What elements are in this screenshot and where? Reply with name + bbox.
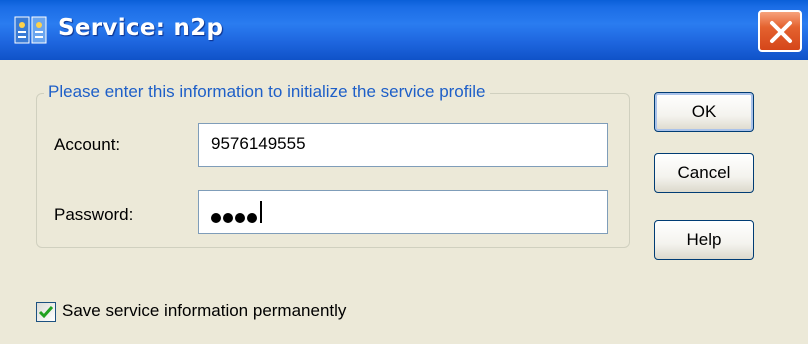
service-app-icon — [14, 14, 48, 48]
password-input[interactable] — [198, 190, 608, 234]
account-value: 9576149555 — [211, 134, 306, 153]
password-mask — [211, 208, 259, 228]
ok-button[interactable]: OK — [654, 92, 754, 132]
account-input[interactable]: 9576149555 — [198, 123, 608, 167]
password-mask-dot — [211, 213, 221, 223]
close-button[interactable] — [758, 10, 802, 52]
save-checkbox[interactable] — [36, 302, 56, 322]
group-legend: Please enter this information to initial… — [44, 82, 490, 102]
service-dialog: Service: n2p Please enter this informati… — [0, 0, 808, 344]
title-bar[interactable]: Service: n2p — [0, 0, 808, 60]
save-checkbox-label[interactable]: Save service information permanently — [62, 301, 346, 321]
checkmark-icon — [38, 306, 54, 319]
window-title: Service: n2p — [58, 15, 224, 41]
help-button[interactable]: Help — [654, 220, 754, 260]
account-label: Account: — [54, 135, 121, 154]
cancel-button[interactable]: Cancel — [654, 153, 754, 193]
password-mask-dot — [247, 213, 257, 223]
password-label: Password: — [54, 205, 134, 224]
password-mask-dot — [223, 213, 233, 223]
password-mask-dot — [235, 213, 245, 223]
text-caret — [260, 201, 262, 223]
close-icon — [770, 21, 792, 43]
